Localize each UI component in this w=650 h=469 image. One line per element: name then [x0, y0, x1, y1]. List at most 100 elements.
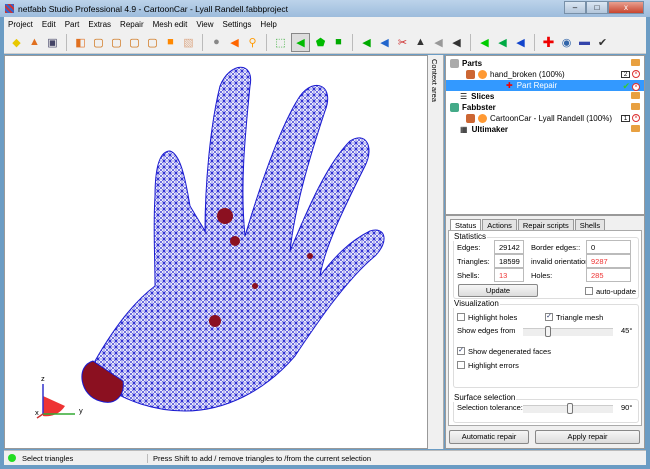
ultimaker-label: Ultimaker [472, 125, 508, 134]
car-label: CartoonCar - Lyall Randell (100%) [490, 114, 612, 123]
edges-label: Edges: [457, 243, 480, 252]
remove-icon[interactable]: × [632, 70, 640, 78]
axis-x-label: x [35, 408, 39, 417]
slices-label: Slices [471, 92, 494, 101]
wireframe-icon[interactable]: ▲ [413, 35, 428, 50]
highlight-holes-label: Highlight holes [468, 313, 517, 322]
hand-count-badge: 2 [621, 71, 630, 78]
slider-thumb[interactable] [545, 326, 551, 337]
eye-icon[interactable] [478, 70, 487, 79]
folder-icon[interactable] [631, 59, 640, 66]
triangle-mesh-checkbox[interactable]: ✓ [545, 313, 553, 321]
car-count-badge: 1 [621, 115, 630, 122]
add-triangle-icon[interactable]: ◀ [359, 35, 374, 50]
view-front-icon[interactable]: ◧ [73, 35, 88, 50]
surface-selection-heading: Surface selection [453, 393, 516, 402]
menu-project[interactable]: Project [8, 20, 33, 29]
blue-triangle-icon[interactable]: ◀ [513, 35, 528, 50]
printer-icon [450, 103, 459, 112]
move-point-icon[interactable]: ◀ [377, 35, 392, 50]
apply-check-icon[interactable]: ✔ [622, 81, 630, 92]
select-shell-icon[interactable]: ■ [331, 35, 346, 50]
3d-viewport[interactable]: z x y [4, 55, 428, 449]
selection-tolerance-slider[interactable] [523, 405, 613, 413]
minimize-button[interactable]: – [564, 1, 586, 14]
slider-thumb[interactable] [567, 403, 573, 414]
repair-dropdown-icon[interactable]: ◉ [559, 35, 574, 50]
part-repair-label: Part Repair [517, 81, 557, 90]
fabbster-label: Fabbster [462, 103, 496, 112]
tree-parts[interactable]: Parts [450, 58, 482, 69]
menu-extras[interactable]: Extras [88, 20, 111, 29]
green-triangle-icon[interactable]: ◀ [477, 35, 492, 50]
axis-y-label: y [79, 406, 83, 415]
show-edges-label: Show edges from [457, 326, 515, 335]
close-button[interactable]: x [608, 1, 644, 14]
eye-icon[interactable] [478, 114, 487, 123]
remove-icon[interactable]: × [632, 83, 640, 91]
context-area-tab[interactable]: Context area [428, 55, 444, 449]
tree-hand-broken[interactable]: hand_broken (100%) [466, 69, 565, 80]
menu-mesh-edit[interactable]: Mesh edit [153, 20, 188, 29]
view-right-icon[interactable]: ▢ [127, 35, 142, 50]
selection-tolerance-value: 90° [621, 403, 632, 412]
cut-icon[interactable]: ✂ [395, 35, 410, 50]
auto-update-checkbox[interactable] [585, 287, 593, 295]
axis-gizmo [37, 384, 75, 418]
select-triangles-icon[interactable]: ◀ [291, 33, 310, 52]
green-blue-triangle-icon[interactable]: ◀ [495, 35, 510, 50]
open-project-icon[interactable]: ◆ [9, 35, 24, 50]
folder-icon[interactable] [631, 92, 640, 99]
triangle-mesh-label: Triangle mesh [556, 313, 603, 322]
view-back-icon[interactable]: ▢ [91, 35, 106, 50]
triangle-orange-icon[interactable]: ◀ [227, 35, 242, 50]
update-button[interactable]: Update [458, 284, 538, 297]
minus-icon[interactable]: ▬ [577, 35, 592, 50]
view-top-icon[interactable]: ▢ [145, 35, 160, 50]
tree-part-repair[interactable]: ✚ Part Repair [446, 80, 644, 91]
shells-value: 13 [494, 268, 524, 282]
holes-label: Holes: [531, 271, 552, 280]
menu-repair[interactable]: Repair [120, 20, 144, 29]
toolbar: ◆ ▲ ▣ ◧ ▢ ▢ ▢ ▢ ■ ▧ ● ◀ ⚲ ⬚ ◀ ⬟ ■ ◀ ◀ ✂ … [4, 31, 646, 54]
remove-icon[interactable]: × [632, 114, 640, 122]
maximize-button[interactable]: □ [586, 1, 608, 14]
view-left-icon[interactable]: ▢ [109, 35, 124, 50]
show-degenerated-checkbox[interactable]: ✓ [457, 347, 465, 355]
menu-part[interactable]: Part [65, 20, 80, 29]
tree-ultimaker[interactable]: ▦ Ultimaker [460, 124, 508, 135]
repair-cross-icon: ✚ [506, 81, 513, 90]
show-edges-slider[interactable] [523, 328, 613, 336]
menu-view[interactable]: View [196, 20, 213, 29]
select-box-icon[interactable]: ⬚ [273, 35, 288, 50]
hand-label: hand_broken (100%) [490, 70, 565, 79]
status-bar: Select triangles Press Shift to add / re… [4, 450, 646, 465]
tree-fabbster[interactable]: Fabbster [450, 102, 496, 113]
highlight-holes-checkbox[interactable] [457, 313, 465, 321]
checkmark-icon[interactable]: ✔ [595, 35, 610, 50]
invalid-orientation-label: invalid orientation: [531, 257, 591, 266]
view-bottom-icon[interactable]: ■ [163, 35, 178, 50]
folder-icon[interactable] [631, 103, 640, 110]
automatic-repair-button[interactable]: Automatic repair [449, 430, 529, 444]
zoom-icon[interactable]: ⚲ [245, 35, 260, 50]
statistics-heading: Statistics [453, 232, 487, 241]
dark-triangle-icon[interactable]: ◀ [449, 35, 464, 50]
menu-help[interactable]: Help [260, 20, 276, 29]
grey-triangle-icon[interactable]: ◀ [431, 35, 446, 50]
folder-icon[interactable] [631, 125, 640, 132]
view-iso-icon[interactable]: ▧ [181, 35, 196, 50]
tree-slices[interactable]: ☰Slices [460, 91, 494, 102]
highlight-errors-checkbox[interactable] [457, 361, 465, 369]
printer-icon: ▦ [460, 125, 468, 134]
sphere-icon[interactable]: ● [209, 35, 224, 50]
add-part-icon[interactable]: ▲ [27, 35, 42, 50]
tree-cartooncar[interactable]: CartoonCar - Lyall Randell (100%) [466, 113, 612, 124]
menu-settings[interactable]: Settings [223, 20, 252, 29]
title-bar: netfabb Studio Professional 4.9 - Cartoo… [0, 0, 650, 17]
select-surface-icon[interactable]: ⬟ [313, 35, 328, 50]
menu-edit[interactable]: Edit [42, 20, 56, 29]
part-info-icon[interactable]: ▣ [45, 35, 60, 50]
repair-cross-icon[interactable]: ✚ [541, 35, 556, 50]
apply-repair-button[interactable]: Apply repair [535, 430, 640, 444]
